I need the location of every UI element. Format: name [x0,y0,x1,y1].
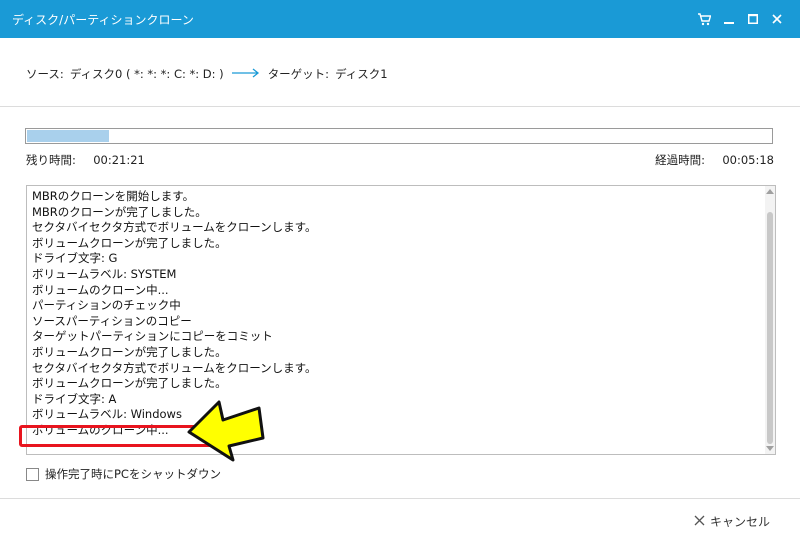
log-line: MBRのクローンを開始します。 [32,189,195,203]
maximize-icon[interactable] [743,9,763,29]
scrollbar-thumb[interactable] [767,212,773,444]
log-line: ソースパーティションのコピー [32,313,192,328]
scroll-down-icon[interactable] [766,446,774,451]
elapsed-time-label: 経過時間: [655,153,706,167]
close-x-icon [694,515,705,529]
close-icon[interactable] [767,9,787,29]
log-line: ドライブ文字: A [32,391,117,406]
log-line: ドライブ文字: G [32,251,118,266]
window-title: ディスク/パーティションクローン [12,13,194,27]
log-line: ボリュームラベル: Windows [32,407,182,422]
log-scrollbar[interactable] [765,186,775,454]
log-line: ボリュームクローンが完了しました。 [32,344,227,359]
target-value: ディスク1 [335,67,388,81]
log-list: MBRのクローンを開始します。 MBRのクローンが完了しました。 セクタバイセクタ方… [32,189,317,439]
progress-bar [25,128,773,144]
elapsed-time: 経過時間: 00:05:18 [655,152,774,168]
cancel-label: キャンセル [709,515,770,529]
log-line: ボリュームクローンが完了しました。 [32,376,227,391]
log-line: ターゲットパーティションにコピーをコミット [32,329,273,344]
remaining-time-label: 残り時間: [26,153,76,167]
shutdown-option[interactable]: 操作完了時にPCをシャットダウン [26,466,221,482]
title-bar: ディスク/パーティションクローン [0,0,800,38]
log-line: セクタバイセクタ方式でボリュームをクローンします。 [32,220,317,235]
arrow-right-icon [231,67,260,81]
log-line: パーティションのチェック中 [32,298,181,313]
shutdown-label: 操作完了時にPCをシャットダウン [45,467,221,481]
progress-fill [27,130,109,142]
log-line: MBRのクローンが完了しました。 [32,204,207,219]
remaining-time: 残り時間: 00:21:21 [26,152,145,168]
target-label: ターゲット: [267,67,330,81]
divider [0,106,800,107]
cart-icon[interactable] [694,9,714,29]
elapsed-time-value: 00:05:18 [722,153,774,167]
yellow-arrow-icon [187,400,265,462]
log-line: セクタバイセクタ方式でボリュームをクローンします。 [32,360,317,375]
log-panel[interactable]: MBRのクローンを開始します。 MBRのクローンが完了しました。 セクタバイセクタ方… [26,185,776,455]
cancel-button[interactable]: キャンセル [694,513,770,530]
clone-window: ディスク/パーティションクローン ソース: ディスク0 ( *: *: *: C… [0,0,800,549]
shutdown-checkbox[interactable] [26,467,39,481]
source-label: ソース: [26,67,64,81]
clone-route: ソース: ディスク0 ( *: *: *: C: *: D: ) ターゲット: … [26,66,388,82]
remaining-time-value: 00:21:21 [93,153,145,167]
minimize-icon[interactable] [719,9,739,29]
divider [0,498,800,499]
log-line: ボリュームクローンが完了しました。 [32,235,227,250]
source-value: ディスク0 ( *: *: *: C: *: D: ) [69,67,224,81]
log-line: ボリュームのクローン中... [32,282,169,297]
scroll-up-icon[interactable] [766,189,774,194]
log-line: ボリュームラベル: SYSTEM [32,266,177,281]
